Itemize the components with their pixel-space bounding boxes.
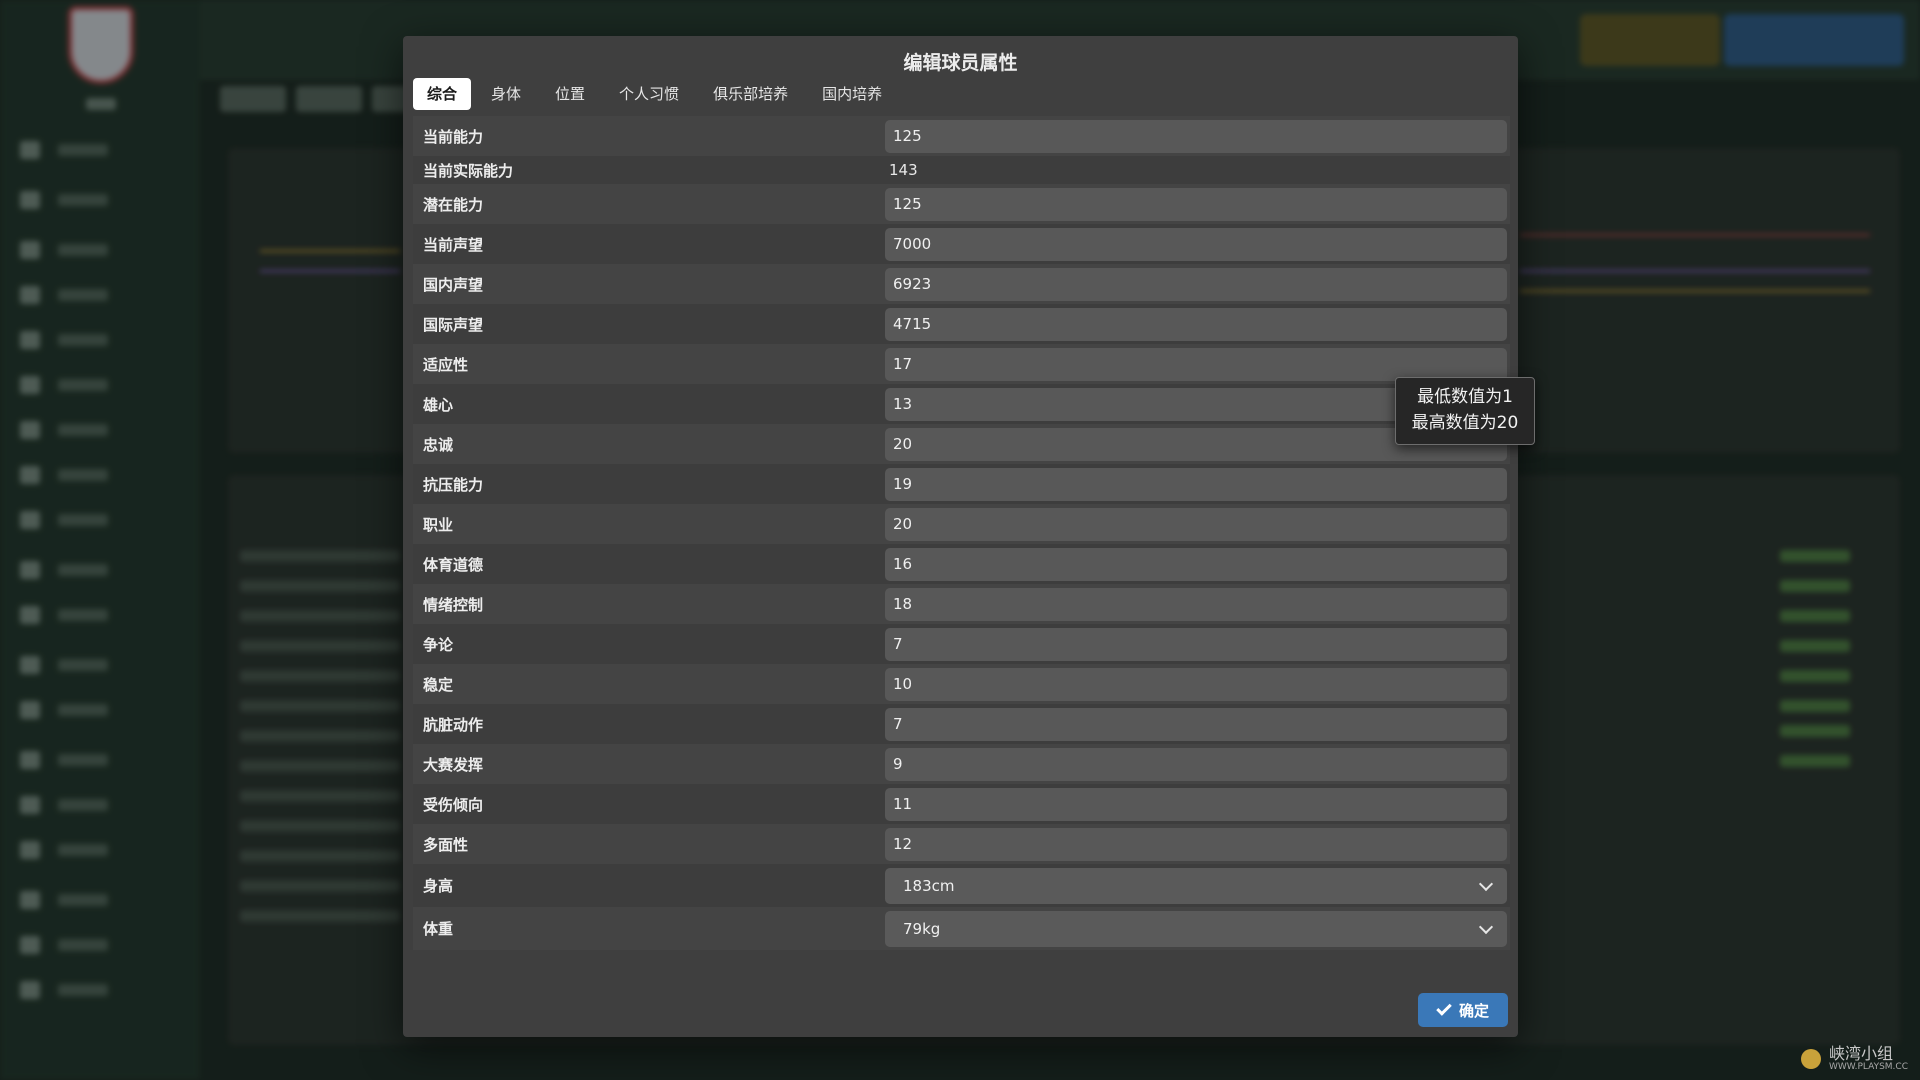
field-label: 大赛发挥 (423, 755, 484, 774)
field-label: 职业 (423, 515, 454, 534)
field-label: 抗压能力 (423, 475, 484, 494)
field-row-loyalty: 忠诚 (413, 424, 1510, 464)
field-label: 适应性 (423, 355, 469, 374)
watermark-logo-icon (1800, 1049, 1821, 1069)
value-range-tooltip: 最低数值为1 最高数值为20 (1395, 377, 1535, 445)
field-label: 国际声望 (423, 315, 484, 334)
field-label: 肮脏动作 (423, 715, 484, 734)
field-row-home-reputation: 国内声望 (413, 264, 1510, 304)
field-row-potential-ability: 潜在能力 (413, 184, 1510, 224)
field-row-injury-proneness: 受伤倾向 (413, 784, 1510, 824)
chevron-down-icon (1478, 919, 1494, 934)
tab-nation-trained[interactable]: 国内培养 (808, 78, 896, 110)
current-reputation-input[interactable] (885, 227, 1507, 261)
versatility-input[interactable] (885, 827, 1507, 861)
field-row-sportsmanship: 体育道德 (413, 544, 1510, 584)
tab-club-trained[interactable]: 俱乐部培养 (699, 78, 802, 110)
field-row-versatility: 多面性 (413, 824, 1510, 864)
field-row-height: 身高 183cm (413, 864, 1510, 907)
field-label: 身高 (423, 877, 454, 895)
important-matches-input[interactable] (885, 747, 1507, 781)
field-row-current-ability: 当前能力 (413, 116, 1510, 156)
field-row-actual-ability: 当前实际能力 143 (413, 156, 1510, 184)
field-label: 国内声望 (423, 275, 484, 294)
tab-positions[interactable]: 位置 (541, 78, 599, 110)
field-row-weight: 体重 79kg (413, 907, 1510, 950)
world-reputation-input[interactable] (885, 307, 1507, 341)
weight-select[interactable]: 79kg (885, 910, 1507, 947)
field-label: 情绪控制 (423, 595, 484, 614)
potential-ability-input[interactable] (885, 187, 1507, 221)
field-label: 稳定 (423, 675, 454, 694)
field-row-current-reputation: 当前声望 (413, 224, 1510, 264)
confirm-button[interactable]: 确定 (1418, 993, 1508, 1027)
confirm-label: 确定 (1458, 1001, 1489, 1020)
field-label: 忠诚 (423, 435, 454, 454)
field-label: 多面性 (423, 835, 469, 854)
controversy-input[interactable] (885, 627, 1507, 661)
field-row-temperament: 情绪控制 (413, 584, 1510, 624)
field-row-consistency: 稳定 (413, 664, 1510, 704)
field-label: 体重 (423, 920, 454, 938)
height-selected-value: 183cm (903, 876, 955, 895)
current-ability-input[interactable] (885, 119, 1507, 153)
dialog-title: 编辑球员属性 (903, 52, 1018, 74)
check-icon (1436, 1000, 1452, 1016)
pressure-input[interactable] (885, 467, 1507, 501)
field-label: 雄心 (423, 395, 454, 414)
dialog-tabs: 综合 身体 位置 个人习惯 俱乐部培养 国内培养 (413, 78, 896, 110)
chevron-down-icon (1478, 876, 1494, 891)
field-label: 潜在能力 (423, 195, 484, 214)
field-label: 当前声望 (423, 235, 484, 254)
dirtiness-input[interactable] (885, 707, 1507, 741)
field-label: 当前实际能力 (423, 161, 514, 180)
weight-selected-value: 79kg (903, 919, 941, 938)
field-label: 当前能力 (423, 127, 484, 146)
injury-proneness-input[interactable] (885, 787, 1507, 821)
actual-ability-value: 143 (889, 161, 918, 179)
home-reputation-input[interactable] (885, 267, 1507, 301)
watermark: 峡湾小组 WWW.PLAYSM.CC (1800, 1044, 1908, 1072)
tooltip-max-text: 最高数值为20 (1411, 413, 1519, 433)
watermark-title: 峡湾小组 (1828, 1044, 1893, 1063)
attribute-fields: 当前能力 当前实际能力 143 潜在能力 当前声望 国内声望 国际声望 适应性 (413, 116, 1510, 950)
professionalism-input[interactable] (885, 507, 1507, 541)
tab-personal-habits[interactable]: 个人习惯 (605, 78, 693, 110)
field-row-world-reputation: 国际声望 (413, 304, 1510, 344)
edit-player-attributes-dialog: 编辑球员属性 综合 身体 位置 个人习惯 俱乐部培养 国内培养 当前能力 当前实… (403, 36, 1518, 1037)
temperament-input[interactable] (885, 587, 1507, 621)
field-label: 受伤倾向 (423, 795, 484, 814)
field-row-dirtiness: 肮脏动作 (413, 704, 1510, 744)
watermark-url: WWW.PLAYSM.CC (1828, 1062, 1908, 1072)
consistency-input[interactable] (885, 667, 1507, 701)
height-select[interactable]: 183cm (885, 867, 1507, 904)
field-row-professionalism: 职业 (413, 504, 1510, 544)
sportsmanship-input[interactable] (885, 547, 1507, 581)
tab-physical[interactable]: 身体 (477, 78, 535, 110)
tab-general[interactable]: 综合 (413, 78, 472, 110)
field-row-adaptability: 适应性 (413, 344, 1510, 384)
adaptability-input[interactable] (885, 347, 1507, 381)
field-row-pressure: 抗压能力 (413, 464, 1510, 504)
tooltip-min-text: 最低数值为1 (1417, 387, 1513, 407)
field-label: 体育道德 (423, 555, 484, 574)
field-row-controversy: 争论 (413, 624, 1510, 664)
field-label: 争论 (423, 635, 454, 654)
field-row-ambition: 雄心 (413, 384, 1510, 424)
field-row-important-matches: 大赛发挥 (413, 744, 1510, 784)
